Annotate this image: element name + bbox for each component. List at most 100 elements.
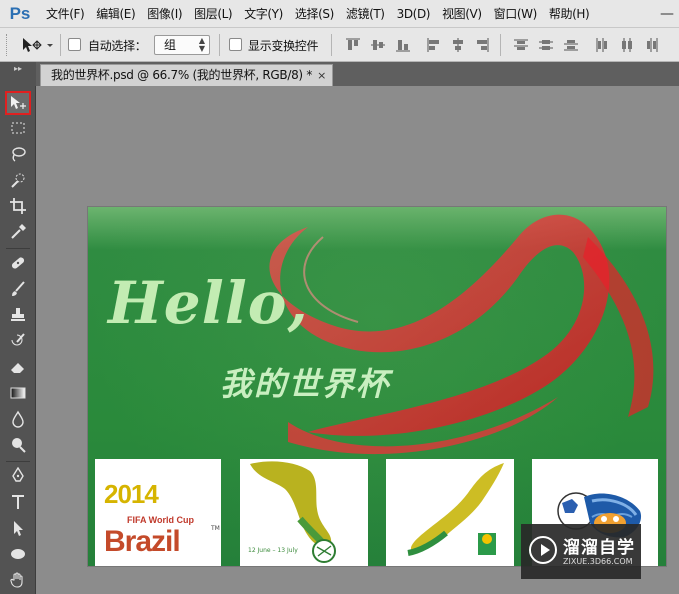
toolbox-divider — [6, 248, 30, 249]
quick-selection-icon — [11, 173, 25, 188]
options-bar: 自动选择： 组 ▲ ▼ 显示变换控件 — [0, 28, 679, 62]
watermark-title: 溜溜自学 — [563, 538, 635, 558]
menu-edit[interactable]: 编辑(E) — [90, 0, 141, 28]
poster-tm: TM — [211, 525, 220, 532]
ellipse-icon — [11, 549, 25, 559]
options-separator — [60, 34, 61, 56]
distribute-left-icon[interactable] — [594, 37, 610, 53]
move-tool-icon — [11, 96, 26, 109]
menu-select[interactable]: 选择(S) — [289, 0, 340, 28]
align-top-icon[interactable] — [345, 37, 361, 53]
subtitle-text: 我的世界杯 — [220, 365, 391, 403]
leg-silhouette-graphic — [407, 463, 504, 556]
gradient-tool[interactable] — [5, 381, 31, 405]
menu-bar: Ps 文件(F) 编辑(E) 图像(I) 图层(L) 文字(Y) 选择(S) 滤… — [0, 0, 679, 28]
play-logo-icon — [529, 536, 557, 564]
align-horizontal-center-icon[interactable] — [450, 37, 466, 53]
eyedropper-tool[interactable] — [5, 220, 31, 244]
spinner-arrows-icon: ▲ ▼ — [198, 36, 205, 53]
close-tab-icon[interactable]: × — [317, 65, 326, 86]
align-bottom-icon[interactable] — [395, 37, 411, 53]
path-selection-tool[interactable] — [5, 516, 31, 540]
distribute-top-icon[interactable] — [513, 37, 529, 53]
headline-text: Hello, — [108, 269, 309, 337]
marquee-icon — [11, 122, 25, 134]
toolbox-divider — [6, 461, 30, 462]
distribute-right-icon[interactable] — [644, 37, 660, 53]
poster-year: 2014 — [104, 479, 159, 509]
toolbox-collapse-toggle[interactable]: ▸▸ — [0, 62, 36, 86]
align-right-icon[interactable] — [474, 37, 490, 53]
dodge-tool[interactable] — [5, 433, 31, 457]
quick-selection-tool[interactable] — [5, 168, 31, 192]
toolbox — [0, 86, 36, 594]
brush-tool[interactable] — [5, 277, 31, 301]
clone-stamp-tool[interactable] — [5, 303, 31, 327]
eraser-icon — [11, 363, 24, 373]
watermark-url: ZIXUE.3D66.COM — [563, 557, 633, 566]
eyedropper-icon — [11, 224, 26, 239]
dodge-icon — [12, 438, 26, 453]
auto-select-value: 组 — [164, 38, 177, 52]
poster-date: 12 June – 13 July — [248, 547, 298, 554]
auto-select-label: 自动选择： — [88, 39, 147, 53]
history-brush-icon — [11, 333, 25, 346]
auto-select-dropdown[interactable]: 组 ▲ ▼ — [154, 35, 210, 55]
lasso-tool[interactable] — [5, 142, 31, 166]
type-icon — [12, 495, 24, 509]
brush-icon — [12, 281, 25, 296]
poster-panel-leg-green — [386, 459, 514, 566]
ellipse-tool[interactable] — [5, 542, 31, 566]
menu-3d[interactable]: 3D(D) — [391, 0, 436, 28]
show-transform-label: 显示变换控件 — [248, 39, 319, 53]
hand-tool[interactable] — [5, 568, 31, 592]
menu-view[interactable]: 视图(V) — [436, 0, 488, 28]
blur-tool[interactable] — [5, 407, 31, 431]
auto-select-checkbox[interactable] — [68, 38, 81, 51]
menu-type[interactable]: 文字(Y) — [238, 0, 289, 28]
rectangular-marquee-tool[interactable] — [5, 116, 31, 140]
move-tool[interactable] — [5, 91, 31, 115]
hand-icon — [10, 572, 23, 588]
document-tab[interactable]: 我的世界杯.psd @ 66.7% (我的世界杯, RGB/8) * × — [40, 64, 333, 86]
site-watermark: 溜溜自学 ZIXUE.3D66.COM — [521, 524, 641, 579]
healing-brush-tool[interactable] — [5, 251, 31, 275]
document-canvas[interactable]: Hello, 我的世界杯 2014 FIFA World Cup Brazil … — [88, 207, 666, 566]
options-separator — [500, 34, 501, 56]
pen-icon — [12, 467, 24, 482]
lasso-icon — [12, 147, 26, 162]
history-brush-tool[interactable] — [5, 329, 31, 353]
tool-preset-picker[interactable] — [20, 35, 56, 55]
menu-filter[interactable]: 滤镜(T) — [340, 0, 391, 28]
menu-layer[interactable]: 图层(L) — [188, 0, 238, 28]
align-vertical-center-icon[interactable] — [370, 37, 386, 53]
water-drop-icon — [12, 410, 24, 428]
distribute-horizontal-center-icon[interactable] — [619, 37, 635, 53]
menu-help[interactable]: 帮助(H) — [543, 0, 595, 28]
type-tool[interactable] — [5, 490, 31, 514]
stamp-icon — [11, 308, 25, 321]
document-tab-title: 我的世界杯.psd @ 66.7% (我的世界杯, RGB/8) * — [51, 68, 313, 82]
distribute-vertical-center-icon[interactable] — [538, 37, 554, 53]
crop-tool[interactable] — [5, 194, 31, 218]
move-tool-icon — [23, 38, 53, 52]
gradient-icon — [10, 387, 26, 399]
menu-file[interactable]: 文件(F) — [40, 0, 90, 28]
photoshop-logo: Ps — [9, 3, 31, 23]
poster-panel-leg-yellow: 12 June – 13 July — [240, 459, 368, 566]
options-separator — [331, 34, 332, 56]
align-left-icon[interactable] — [426, 37, 442, 53]
eraser-tool[interactable] — [5, 355, 31, 379]
crop-icon — [10, 198, 26, 214]
poster-cup-label: FIFA World Cup — [127, 515, 194, 525]
show-transform-checkbox[interactable] — [229, 38, 242, 51]
options-bar-grip[interactable] — [6, 34, 8, 56]
minimize-button[interactable]: — — [655, 2, 679, 26]
pen-tool[interactable] — [5, 464, 31, 488]
menu-window[interactable]: 窗口(W) — [488, 0, 543, 28]
options-separator — [219, 34, 220, 56]
arrow-icon — [14, 521, 23, 536]
menu-image[interactable]: 图像(I) — [141, 0, 188, 28]
poster-country: Brazil — [104, 525, 181, 558]
distribute-bottom-icon[interactable] — [563, 37, 579, 53]
